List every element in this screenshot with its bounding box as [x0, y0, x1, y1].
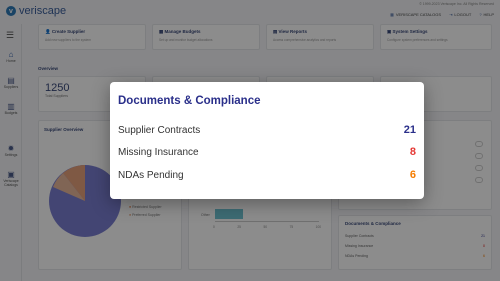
documents-compliance-modal: Documents & Compliance Supplier Contract… — [110, 82, 424, 199]
row-value: 8 — [409, 146, 416, 158]
modal-row-supplier-contracts: Supplier Contracts 21 — [118, 123, 416, 137]
row-label: Missing Insurance — [118, 146, 199, 158]
row-label: Supplier Contracts — [118, 124, 201, 136]
row-label: NDAs Pending — [118, 169, 184, 181]
row-value: 21 — [403, 124, 416, 136]
row-value: 6 — [409, 169, 416, 181]
modal-title: Documents & Compliance — [118, 95, 261, 107]
modal-row-ndas-pending: NDAs Pending 6 — [118, 168, 416, 182]
modal-row-missing-insurance: Missing Insurance 8 — [118, 145, 416, 159]
